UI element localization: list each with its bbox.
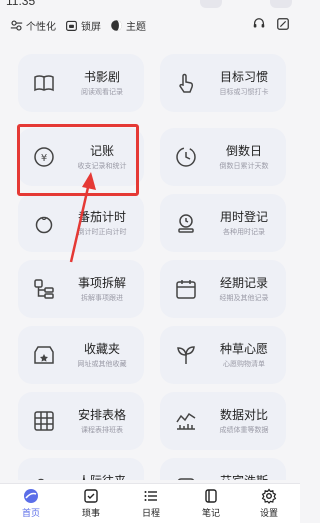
schedule-icon	[144, 491, 157, 501]
card-favorites[interactable]: 收藏夹 网址或其他收藏	[18, 326, 144, 384]
card-title: 番茄计时	[77, 210, 126, 224]
card-title: 记账	[89, 144, 114, 158]
breakdown-icon	[32, 277, 56, 301]
card-title: 收藏夹	[83, 342, 120, 356]
card-title: 人际往来	[64, 472, 140, 480]
card-pomodoro[interactable]: 番茄计时 倒计时正向计时	[18, 194, 144, 252]
card-wishlist[interactable]: 种草心愿 心愿购物清单	[160, 326, 286, 384]
checklist-icon	[84, 489, 98, 503]
card-subtitle: 倒计时正向计时	[77, 229, 127, 236]
tab-schedule[interactable]: 日程	[126, 488, 176, 522]
note-icon	[205, 489, 217, 503]
home-icon	[24, 489, 38, 503]
lockscreen-label: 锁屏	[81, 21, 101, 33]
card-subtitle: 收支记录和统计	[77, 163, 127, 170]
edit-icon[interactable]	[276, 17, 290, 36]
sprout-icon	[174, 343, 198, 367]
yen-coin-icon: ¥	[32, 145, 56, 169]
memory-icon	[174, 475, 198, 480]
personalize-icon	[10, 19, 23, 31]
card-time-log[interactable]: 用时登记 各种用时记录	[160, 194, 286, 252]
card-subtitle: 经期及其他记录	[219, 295, 269, 302]
lock-icon	[66, 20, 77, 31]
tab-chores[interactable]: 琐事	[66, 488, 116, 522]
tab-home[interactable]: 首页	[6, 488, 56, 522]
customer-service-icon[interactable]	[252, 17, 266, 36]
card-bookkeeping[interactable]: ¥ 记账 收支记录和统计	[18, 128, 144, 186]
gear-icon	[261, 488, 277, 504]
card-goal-habit[interactable]: 目标习惯 目标或习惯打卡	[160, 54, 286, 112]
clock-icon	[174, 145, 198, 169]
status-time: 11:35	[6, 0, 36, 8]
card-subtitle: 各种用时记录	[223, 229, 265, 236]
theme-button[interactable]: 主题	[110, 16, 146, 34]
card-title: 数据对比	[219, 408, 268, 422]
table-icon	[32, 409, 56, 433]
top-action-placeholder	[200, 0, 222, 8]
card-relationships[interactable]: 人际往来	[18, 458, 144, 480]
tools-grid: 书影剧 阅读观看记录 目标习惯 目标或习惯打卡 ¥ 记账 收支记录和统计 倒数日…	[0, 40, 300, 480]
theme-label: 主题	[126, 21, 146, 33]
hand-tap-icon	[174, 71, 198, 95]
tab-label: 笔记	[201, 508, 220, 518]
card-subtitle: 课程表排班表	[81, 427, 123, 434]
favorites-icon	[32, 343, 56, 367]
card-title: 安排表格	[77, 408, 126, 422]
card-period-record[interactable]: 经期记录 经期及其他记录	[160, 260, 286, 318]
card-title: 用时登记	[219, 210, 268, 224]
card-subtitle: 成绩体重等数据	[219, 427, 269, 434]
tab-settings[interactable]: 设置	[244, 488, 294, 522]
calendar-icon	[174, 277, 198, 301]
card-schedule-table[interactable]: 安排表格 课程表排班表	[18, 392, 144, 450]
card-title: 事项拆解	[77, 276, 126, 290]
card-title: 书影剧	[83, 70, 120, 84]
status-bar: 11:35	[0, 0, 300, 10]
card-title: 种草心愿	[219, 342, 268, 356]
svg-text:¥: ¥	[41, 153, 47, 164]
card-book-film[interactable]: 书影剧 阅读观看记录	[18, 54, 144, 112]
card-subtitle: 心愿购物清单	[223, 361, 265, 368]
card-title: 经期记录	[219, 276, 268, 290]
top-toolbar: 个性化 锁屏 主题	[0, 12, 300, 40]
tomato-icon	[32, 211, 56, 235]
tab-label: 设置	[259, 508, 278, 518]
tab-label: 首页	[21, 508, 40, 518]
card-task-breakdown[interactable]: 事项拆解 拆解事项跟进	[18, 260, 144, 318]
book-icon	[32, 71, 56, 95]
personalize-label: 个性化	[26, 21, 56, 33]
card-subtitle: 倒数日累计天数	[219, 163, 269, 170]
card-subtitle: 拆解事项跟进	[81, 295, 123, 302]
card-subtitle: 目标或习惯打卡	[219, 89, 269, 96]
tab-notes[interactable]: 笔记	[186, 488, 236, 522]
timer-icon	[174, 211, 198, 235]
personalize-button[interactable]: 个性化	[10, 16, 56, 34]
card-title: 艾宾浩斯	[206, 472, 282, 480]
card-countdown[interactable]: 倒数日 倒数日累计天数	[160, 128, 286, 186]
card-subtitle: 阅读观看记录	[81, 89, 123, 96]
bottom-tab-bar: 首页 琐事 日程 笔记 设置	[0, 483, 300, 523]
card-title: 目标习惯	[219, 70, 268, 84]
theme-icon	[111, 19, 122, 31]
card-data-compare[interactable]: 数据对比 成绩体重等数据	[160, 392, 286, 450]
tab-label: 琐事	[81, 508, 100, 518]
card-title: 倒数日	[225, 144, 262, 158]
card-ebbinghaus[interactable]: 艾宾浩斯	[160, 458, 286, 480]
people-icon	[32, 475, 56, 480]
lockscreen-button[interactable]: 锁屏	[65, 16, 101, 34]
chart-icon	[174, 409, 198, 433]
tab-label: 日程	[141, 508, 160, 518]
card-subtitle: 网址或其他收藏	[77, 361, 127, 368]
top-action-placeholder	[270, 0, 292, 8]
